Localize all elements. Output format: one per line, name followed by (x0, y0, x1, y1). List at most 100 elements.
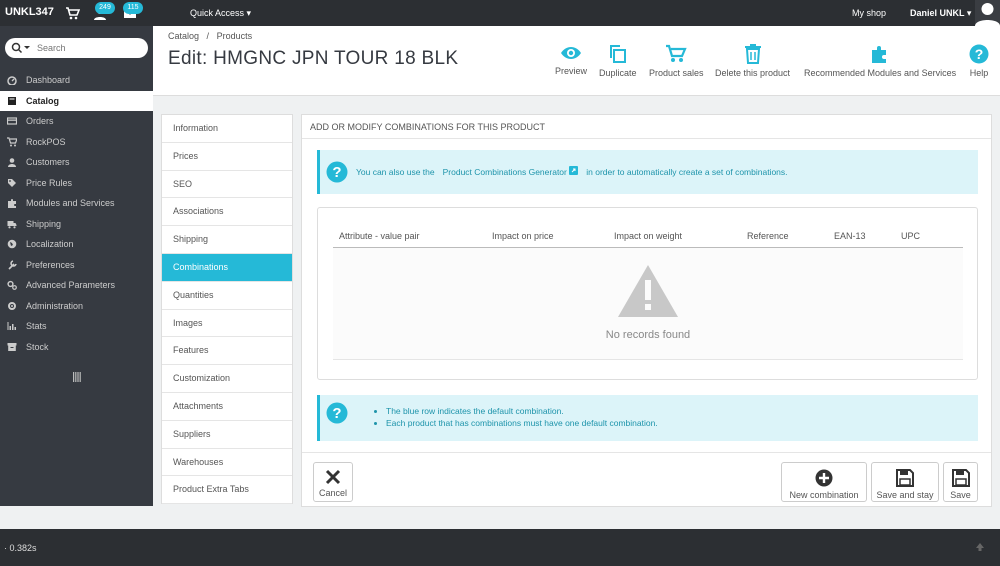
combinations-generator-link[interactable]: Product Combinations Generator (443, 166, 579, 177)
puzzle-icon (872, 46, 887, 63)
sidebar-item-label: Localization (26, 239, 74, 249)
breadcrumb-products[interactable]: Products (217, 31, 253, 41)
plus-circle-icon (815, 469, 833, 487)
tab-associations[interactable]: Associations (162, 198, 292, 227)
caret-down-icon: ▾ (246, 8, 252, 18)
sidebar-item-dashboard[interactable]: Dashboard (0, 70, 153, 91)
svg-text:?: ? (332, 164, 341, 181)
sidebar-nav: Dashboard Catalog Orders RockPOS Customers Pr… (0, 70, 153, 357)
arrow-up-icon[interactable] (975, 542, 985, 552)
wrench-icon (8, 259, 17, 270)
truck-icon (7, 220, 17, 228)
sidebar-item-administration[interactable]: Administration (0, 296, 153, 317)
trash-icon (744, 44, 761, 64)
svg-text:?: ? (975, 46, 984, 62)
sidebar-item-rockpos[interactable]: RockPOS (0, 132, 153, 153)
close-icon (325, 469, 341, 485)
tab-quantities[interactable]: Quantities (162, 282, 292, 310)
sidebar-item-orders[interactable]: Orders (0, 111, 153, 132)
avatar[interactable] (975, 0, 1000, 26)
delete-label: Delete this product (715, 68, 791, 78)
cancel-button[interactable]: Cancel (313, 462, 353, 502)
tab-prices[interactable]: Prices (162, 143, 292, 171)
tab-product-extra-tabs[interactable]: Product Extra Tabs (162, 476, 292, 505)
save-and-stay-button[interactable]: Save and stay (871, 462, 939, 502)
sidebar-item-customers[interactable]: Customers (0, 152, 153, 173)
save-icon (951, 469, 970, 487)
note-item: The blue row indicates the default combi… (386, 406, 658, 416)
cog-icon (8, 301, 16, 310)
preview-button[interactable]: Preview (555, 44, 587, 76)
credit-card-icon (7, 117, 17, 125)
default-combination-notes: The blue row indicates the default combi… (386, 406, 658, 430)
sidebar-item-localization[interactable]: Localization (0, 234, 153, 255)
user-icon (8, 158, 16, 167)
breadcrumb-catalog[interactable]: Catalog (168, 31, 199, 41)
tab-customization[interactable]: Customization (162, 365, 292, 393)
sidebar-item-label: Customers (26, 157, 70, 167)
caret-down-icon: ▾ (966, 8, 972, 18)
messages-badge: 115 (123, 2, 143, 14)
customers-badge: 249 (95, 2, 115, 14)
column-header[interactable]: Reference (747, 231, 789, 241)
column-header[interactable]: UPC (901, 231, 920, 241)
archive-icon (7, 342, 17, 351)
combinations-table: Attribute - value pair Impact on price Imp… (317, 207, 978, 380)
question-circle-icon: ? (326, 161, 348, 183)
sidebar-item-preferences[interactable]: Preferences (0, 255, 153, 276)
column-header[interactable]: Impact on price (492, 231, 554, 241)
sidebar-item-price-rules[interactable]: Price Rules (0, 173, 153, 194)
table-body: No records found (333, 248, 963, 360)
duplicate-button[interactable]: Duplicate (599, 44, 637, 78)
help-button[interactable]: ? Help (969, 44, 989, 78)
product-sales-label: Product sales (649, 68, 704, 78)
sidebar-item-catalog[interactable]: Catalog (0, 90, 153, 111)
breadcrumb: Catalog / Products (168, 31, 257, 41)
user-name: Daniel UNKL (910, 8, 965, 18)
my-shop-link[interactable]: My shop (852, 8, 886, 18)
tab-combinations[interactable]: Combinations (162, 253, 292, 282)
quick-access-dropdown[interactable]: Quick Access ▾ (190, 8, 251, 19)
search-input[interactable] (37, 41, 142, 55)
sidebar-item-shipping[interactable]: Shipping (0, 214, 153, 235)
help-icon: ? (969, 44, 989, 64)
column-header[interactable]: EAN-13 (834, 231, 866, 241)
recommended-modules-button[interactable]: Recommended Modules and Services (804, 44, 956, 78)
panel-footer-divider (302, 452, 991, 453)
sidebar-item-label: Modules and Services (26, 198, 115, 208)
sidebar-item-label: Administration (26, 300, 84, 311)
column-header[interactable]: Attribute - value pair (339, 231, 420, 241)
user-menu[interactable]: Daniel UNKL ▾ (910, 8, 971, 19)
tab-shipping[interactable]: Shipping (162, 226, 292, 254)
column-header[interactable]: Impact on weight (614, 231, 682, 241)
tab-seo[interactable]: SEO (162, 171, 292, 199)
alert-text: You can also use the Product Combinations… (356, 166, 788, 177)
tab-suppliers[interactable]: Suppliers (162, 421, 292, 449)
shop-brand[interactable]: UNKL347 (5, 6, 54, 18)
note-item: Each product that has combinations must … (386, 418, 658, 428)
delete-product-button[interactable]: Delete this product (715, 44, 790, 78)
new-combination-label: New combination (789, 490, 859, 500)
tab-warehouses[interactable]: Warehouses (162, 449, 292, 477)
tab-features[interactable]: Features (162, 337, 292, 366)
copy-icon (609, 45, 626, 63)
sidebar-item-stats[interactable]: Stats (0, 316, 153, 337)
sidebar-item-stock[interactable]: Stock (0, 337, 153, 358)
tab-images[interactable]: Images (162, 310, 292, 338)
tab-attachments[interactable]: Attachments (162, 393, 292, 421)
avatar-icon (975, 3, 1000, 26)
search-icon[interactable] (11, 42, 31, 54)
tab-information[interactable]: Information (162, 115, 292, 143)
puzzle-icon (8, 199, 16, 208)
collapse-sidebar-icon[interactable] (73, 372, 81, 382)
breadcrumb-separator: / (206, 31, 210, 41)
sidebar-item-modules-and-services[interactable]: Modules and Services (0, 193, 153, 214)
svg-text:?: ? (332, 405, 341, 422)
sidebar-item-advanced-parameters[interactable]: Advanced Parameters (0, 275, 153, 296)
cart-icon[interactable] (64, 5, 80, 21)
new-combination-button[interactable]: New combination (781, 462, 867, 502)
save-button[interactable]: Save (943, 462, 978, 502)
product-sales-button[interactable]: Product sales (649, 44, 704, 78)
info-alert-default: ? The blue row indicates the default com… (317, 395, 978, 441)
top-bar: UNKL347 249 115 Quick Access ▾ My shop D… (0, 0, 1000, 26)
